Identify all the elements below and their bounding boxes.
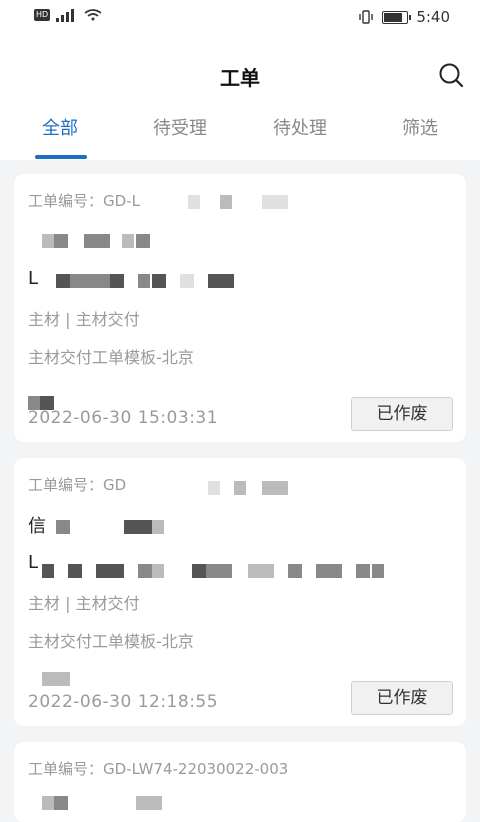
redaction-block [208,274,234,288]
vibrate-icon [359,10,374,24]
tab-pending-process[interactable]: 待处理 [240,114,360,140]
order-card[interactable]: 工单编号：GD 信 L 主材 | 主材交付 主材交付工单模板-北京 2022-0… [14,458,466,726]
page-title: 工单 [220,66,260,90]
redaction-block [152,274,166,288]
order-card[interactable]: 工单编号：GD-LW74-22030022-003 [14,742,466,822]
redaction-block [136,796,162,810]
tab-filter[interactable]: 筛选 [360,114,480,140]
order-number: 工单编号：GD [28,476,127,494]
redaction-block [138,274,150,288]
redaction-block [54,796,68,810]
redaction-block [208,481,220,495]
order-address: L [28,552,39,573]
redaction-block [180,274,194,288]
order-template: 主材交付工单模板-北京 [28,348,194,367]
tab-pending-accept[interactable]: 待受理 [120,114,240,140]
redaction-block [124,520,152,534]
order-number: 工单编号：GD-L [28,192,140,210]
redaction-block [220,195,232,209]
order-category: 主材 | 主材交付 [28,594,140,613]
signal-icon [56,8,78,22]
hd-icon: HD [34,9,51,21]
redaction-block [54,234,68,248]
order-address: L [28,268,39,289]
redaction-block [234,481,246,495]
redaction-block [110,274,124,288]
order-card[interactable]: 工单编号：GD-L L 主材 | 主材交付 主材交付工单模板-北京 2022-0… [14,174,466,442]
order-time: 2022-06-30 12:18:55 [28,692,219,712]
voided-status-button[interactable]: 已作废 [351,397,453,431]
tab-indicator [35,155,87,159]
redaction-block [70,274,110,288]
app-header: 工单 全部 待受理 待处理 筛选 [0,34,480,160]
redaction-block [356,564,370,578]
order-number: 工单编号：GD-LW74-22030022-003 [28,760,289,778]
redaction-block [42,672,70,686]
tab-bar: 全部 待受理 待处理 筛选 [0,114,480,160]
voided-status-button[interactable]: 已作废 [351,681,453,715]
redaction-block [40,396,54,410]
order-category: 主材 | 主材交付 [28,310,140,329]
redaction-block [316,564,342,578]
redaction-block [42,796,54,810]
redaction-block [136,234,150,248]
status-bar: HD 5:40 [0,0,480,34]
redaction-block [262,481,288,495]
redaction-block [84,234,110,248]
order-customer: 信 [28,516,46,537]
redaction-block [138,564,152,578]
redaction-block [288,564,302,578]
wifi-icon [84,9,102,21]
battery-icon [382,10,412,24]
redaction-block [152,564,164,578]
clock: 5:40 [416,8,450,26]
redaction-block [42,564,54,578]
order-time: 2022-06-30 15:03:31 [28,408,219,428]
redaction-block [42,234,54,248]
redaction-block [96,564,124,578]
redaction-block [192,564,206,578]
redaction-block [206,564,232,578]
redaction-block [28,396,40,410]
redaction-block [372,564,384,578]
redaction-block [188,195,200,209]
redaction-block [248,564,274,578]
redaction-block [262,195,288,209]
redaction-block [56,520,70,534]
redaction-block [56,274,70,288]
order-template: 主材交付工单模板-北京 [28,632,194,651]
redaction-block [152,520,164,534]
search-icon[interactable] [438,62,464,88]
redaction-block [68,564,82,578]
redaction-block [122,234,134,248]
tab-all[interactable]: 全部 [0,114,120,140]
